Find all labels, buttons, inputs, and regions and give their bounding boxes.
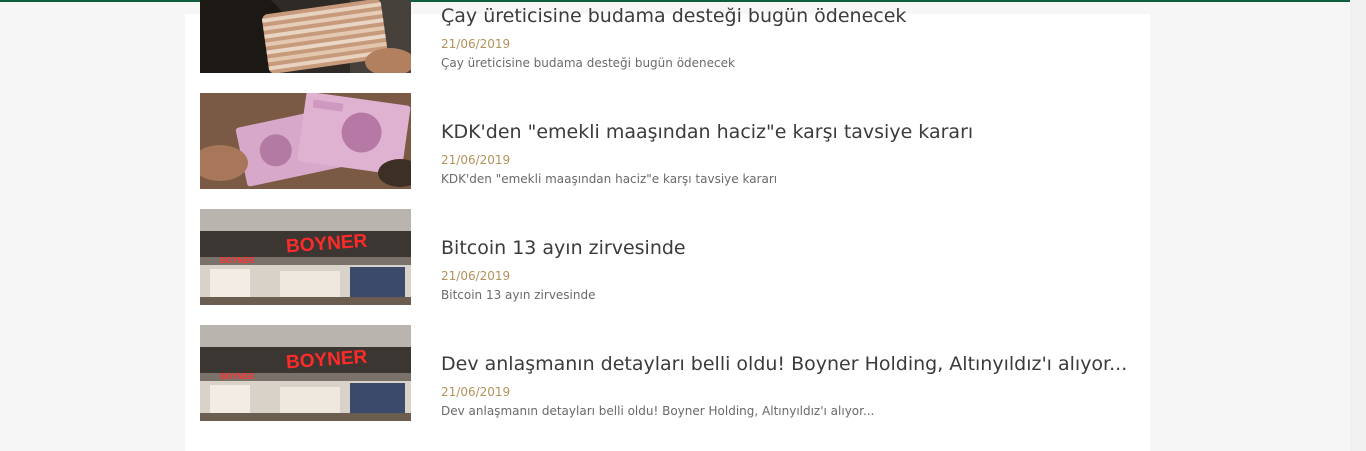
news-date: 21/06/2019 bbox=[441, 269, 511, 283]
news-summary: Dev anlaşmanın detayları belli oldu! Boy… bbox=[441, 404, 875, 418]
news-title[interactable]: KDK'den "emekli maaşından haciz"e karşı … bbox=[441, 120, 1141, 144]
news-thumbnail[interactable]: BOYNER BOYNER bbox=[200, 325, 411, 421]
news-title[interactable]: Dev anlaşmanın detayları belli oldu! Boy… bbox=[441, 352, 1141, 376]
news-list: Çay üreticisine budama desteği bugün öde… bbox=[200, 0, 1150, 441]
news-summary: Bitcoin 13 ayın zirvesinde bbox=[441, 288, 596, 302]
news-item[interactable]: Çay üreticisine budama desteği bugün öde… bbox=[200, 0, 1150, 93]
news-summary: KDK'den "emekli maaşından haciz"e karşı … bbox=[441, 172, 778, 186]
news-thumbnail[interactable]: BOYNER BOYNER bbox=[200, 209, 411, 305]
news-title[interactable]: Çay üreticisine budama desteği bugün öde… bbox=[441, 4, 1141, 28]
page-scrollbar[interactable] bbox=[1350, 0, 1366, 451]
news-date: 21/06/2019 bbox=[441, 153, 511, 167]
news-summary: Çay üreticisine budama desteği bugün öde… bbox=[441, 56, 735, 70]
news-thumbnail[interactable] bbox=[200, 93, 411, 189]
news-date: 21/06/2019 bbox=[441, 385, 511, 399]
store-sign-small: BOYNER bbox=[220, 256, 254, 265]
store-sign-small: BOYNER bbox=[220, 372, 254, 381]
news-item[interactable]: BOYNER BOYNER Dev anlaşmanın detayları b… bbox=[200, 325, 1150, 441]
news-item[interactable]: BOYNER BOYNER Bitcoin 13 ayın zirvesinde… bbox=[200, 209, 1150, 325]
news-title[interactable]: Bitcoin 13 ayın zirvesinde bbox=[441, 236, 1141, 260]
news-date: 21/06/2019 bbox=[441, 37, 511, 51]
news-item[interactable]: KDK'den "emekli maaşından haciz"e karşı … bbox=[200, 93, 1150, 209]
news-thumbnail[interactable] bbox=[200, 0, 411, 73]
